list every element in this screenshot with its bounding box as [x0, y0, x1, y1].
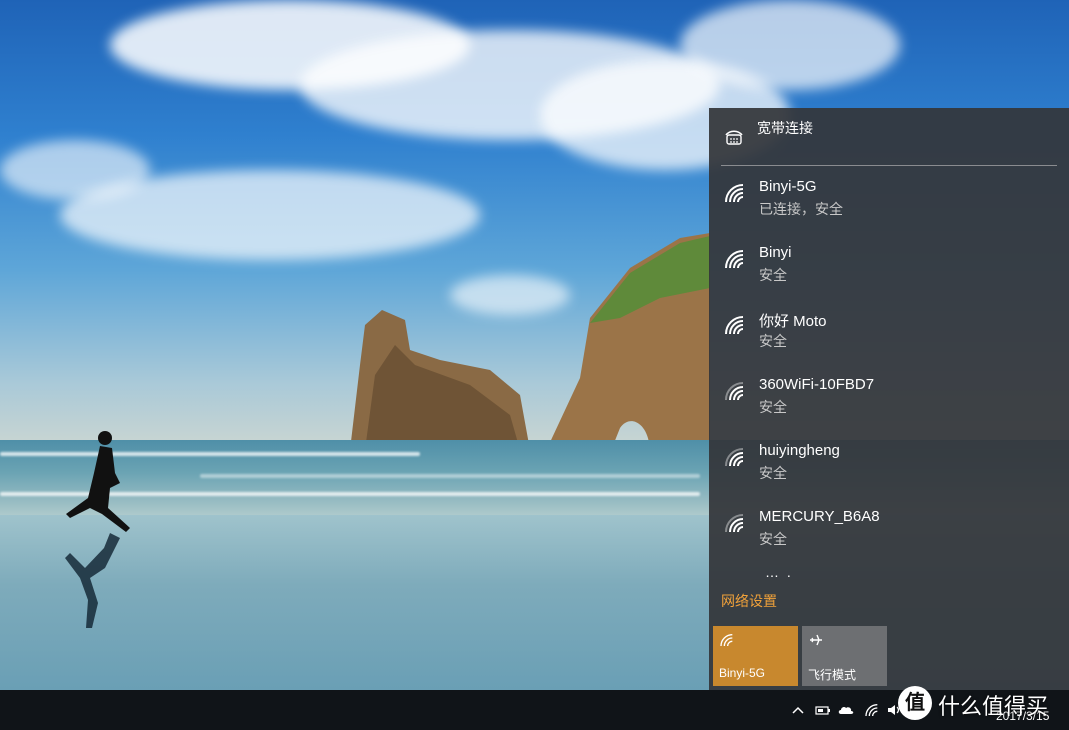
wifi-ssid: Binyi-5G [759, 178, 817, 195]
wallpaper-cloud [680, 0, 900, 90]
wifi-network-item[interactable]: Binyi 安全 [709, 236, 1069, 302]
wifi-ssid: huiyingheng [759, 442, 840, 459]
battery-icon[interactable] [815, 702, 831, 718]
network-settings-link[interactable]: 网络设置 [721, 591, 777, 611]
wifi-network-item[interactable]: MERCURY_B6A8 安全 [709, 500, 1069, 566]
wifi-network-item[interactable]: 360WiFi-10FBD7 安全 [709, 368, 1069, 434]
wifi-status: 安全 [759, 333, 787, 349]
tile-label: Binyi-5G [719, 666, 766, 680]
watermark-text: 什么值得买 [938, 694, 1049, 719]
more-networks-indicator: … . [765, 564, 793, 580]
broadband-name: 宽带连接 [757, 120, 813, 136]
wifi-icon [720, 634, 733, 647]
network-flyout: 宽带连接 Binyi-5G 已连接，安全 Binyi 安全 你好 Moto 安全… [709, 108, 1069, 690]
watermark-badge: 值 [898, 686, 932, 720]
wifi-icon [725, 316, 744, 335]
runner-silhouette [65, 431, 130, 628]
wifi-ssid: 你好 Moto [759, 313, 827, 330]
wifi-network-item[interactable]: 你好 Moto 安全 [709, 302, 1069, 368]
wifi-network-item[interactable]: Binyi-5G 已连接，安全 [709, 170, 1069, 236]
wifi-status: 安全 [759, 399, 787, 415]
wifi-ssid: MERCURY_B6A8 [759, 508, 880, 525]
wifi-icon[interactable] [864, 702, 880, 718]
wave-foam [200, 474, 700, 478]
wifi-ssid: Binyi [759, 244, 792, 261]
dialup-icon [725, 130, 743, 145]
wifi-icon [725, 514, 744, 533]
wifi-quick-action-tile[interactable]: Binyi-5G [713, 626, 798, 686]
airplane-icon [810, 634, 822, 646]
wifi-status: 安全 [759, 267, 787, 283]
site-watermark: 值 什么值得买 [898, 686, 1068, 730]
wifi-icon [725, 448, 744, 467]
wifi-icon [725, 382, 744, 401]
onedrive-icon[interactable] [838, 702, 854, 718]
wifi-status: 已连接，安全 [759, 201, 843, 217]
flyout-divider [721, 165, 1057, 166]
broadband-connection[interactable]: 宽带连接 [709, 108, 1069, 158]
wallpaper-cloud [60, 170, 480, 260]
wifi-status: 安全 [759, 465, 787, 481]
airplane-mode-tile[interactable]: 飞行模式 [802, 626, 887, 686]
wifi-ssid: 360WiFi-10FBD7 [759, 376, 875, 393]
wifi-network-item[interactable]: huiyingheng 安全 [709, 434, 1069, 500]
wifi-network-list: Binyi-5G 已连接，安全 Binyi 安全 你好 Moto 安全 360W… [709, 170, 1069, 566]
wifi-icon [725, 184, 744, 203]
arch-rock [545, 233, 710, 453]
tile-label: 飞行模式 [808, 668, 857, 682]
chevron-up-icon[interactable] [790, 702, 806, 718]
wifi-icon [725, 250, 744, 269]
wifi-status: 安全 [759, 531, 787, 547]
sea-stack-rock [350, 310, 530, 450]
